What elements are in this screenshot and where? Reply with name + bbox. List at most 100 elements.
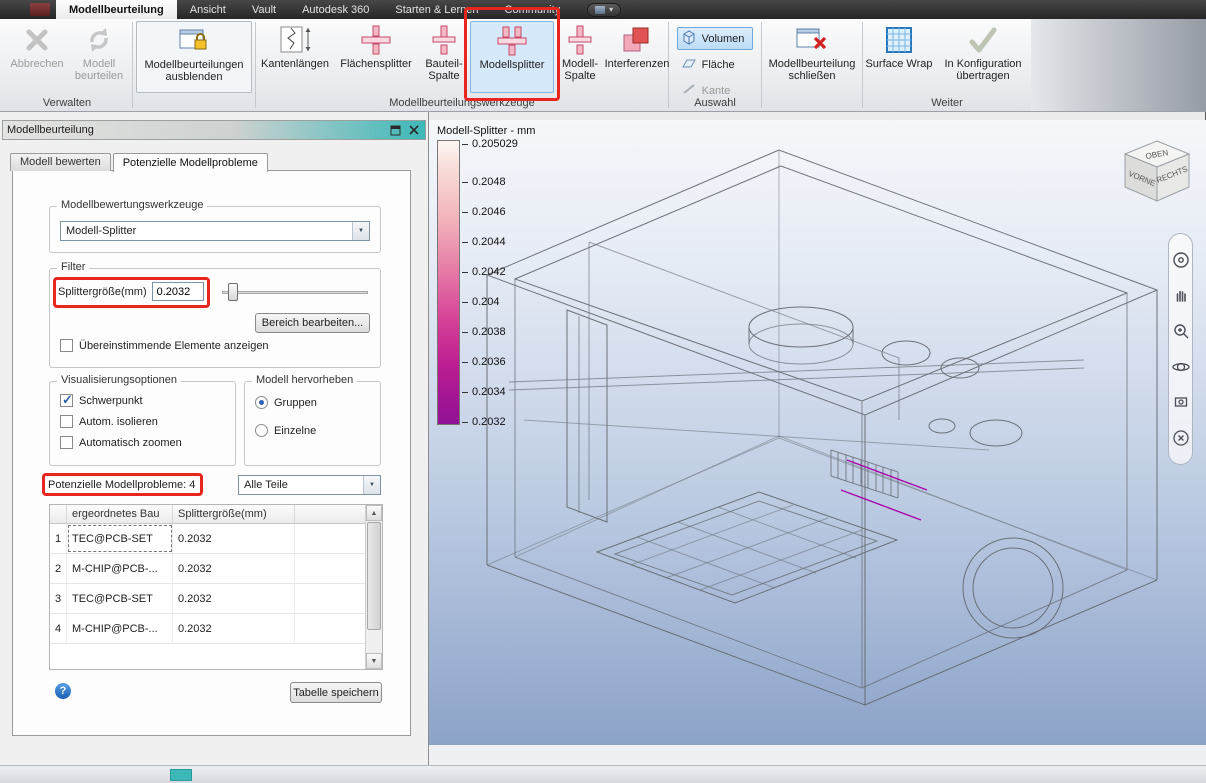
splitter-size-input[interactable] xyxy=(151,282,204,301)
tab-modellbeurteilung[interactable]: Modellbeurteilung xyxy=(56,0,177,19)
ribbon-tab-bar: Modellbeurteilung Ansicht Vault Autodesk… xyxy=(0,0,1206,19)
slider-track[interactable] xyxy=(222,291,368,294)
parts-filter-select[interactable]: Alle Teile xyxy=(238,475,381,495)
legend-tick: 0.2036 xyxy=(462,356,506,368)
application-menu-icon[interactable] xyxy=(30,3,50,16)
schwerpunkt-label: Schwerpunkt xyxy=(79,394,143,407)
panel-title-bar[interactable]: Modellbeurteilung xyxy=(2,120,426,140)
row-part: M-CHIP@PCB-... xyxy=(67,554,173,583)
cancel-x-icon xyxy=(19,23,55,57)
scroll-up-icon[interactable] xyxy=(366,505,382,521)
autom-isolieren-checkbox[interactable] xyxy=(60,415,73,428)
scrollbar-thumb[interactable] xyxy=(367,522,381,630)
checkmark-icon xyxy=(965,23,1001,57)
select-volume-label: Volumen xyxy=(701,32,745,45)
table-row[interactable]: 1 TEC@PCB-SET 0.2032 xyxy=(50,524,382,554)
wireframe-model xyxy=(485,149,1159,706)
dock-pin-icon[interactable] xyxy=(388,123,403,137)
legend-tick: 0.2044 xyxy=(462,236,506,248)
zoom-icon[interactable] xyxy=(1172,322,1190,340)
application-window: Modellbeurteilung Ansicht Vault Autodesk… xyxy=(0,0,1206,783)
face-splitter-button[interactable]: Flächensplitter xyxy=(334,21,418,93)
model-splitter-button[interactable]: Modellsplitter xyxy=(464,7,560,101)
tab-modell-bewerten[interactable]: Modell bewerten xyxy=(10,153,111,171)
look-at-icon[interactable] xyxy=(1172,393,1190,411)
tick-dash xyxy=(462,211,468,213)
autom-isolieren-label: Autom. isolieren xyxy=(79,415,158,428)
legend-tick: 0.2032 xyxy=(462,416,506,428)
legend-tick: 0.2046 xyxy=(462,206,506,218)
tab-starten-lernen[interactable]: Starten & Lernen xyxy=(382,0,491,19)
close-navbar-icon[interactable] xyxy=(1172,429,1190,447)
tab-community[interactable]: Community xyxy=(492,0,574,19)
tick-dash xyxy=(462,271,468,273)
select-volume-button[interactable]: Volumen xyxy=(676,27,754,50)
steering-wheel-icon[interactable] xyxy=(1172,251,1190,269)
einzelne-radio[interactable] xyxy=(255,424,268,437)
automatisch-zoomen-checkbox[interactable] xyxy=(60,436,73,449)
orbit-icon[interactable] xyxy=(1171,358,1190,376)
window-close-icon xyxy=(794,23,830,57)
slider-thumb[interactable] xyxy=(228,283,238,301)
select-face-button[interactable]: Fläche xyxy=(677,53,754,76)
table-row[interactable]: 4 M-CHIP@PCB-... 0.2032 xyxy=(50,614,382,644)
table-row[interactable]: 3 TEC@PCB-SET 0.2032 xyxy=(50,584,382,614)
model-gap-label: Modell-Spalte xyxy=(561,58,599,83)
assessment-tool-value: Modell-Splitter xyxy=(66,225,137,237)
transfer-configuration-button[interactable]: In Konfiguration übertragen xyxy=(935,21,1031,93)
table-row[interactable]: 2 M-CHIP@PCB-... 0.2032 xyxy=(50,554,382,584)
edit-range-button[interactable]: Bereich bearbeiten... xyxy=(255,313,370,333)
close-icon[interactable] xyxy=(406,123,421,137)
status-bar xyxy=(0,765,1206,783)
tick-dash xyxy=(462,241,468,243)
group-filter: Filter Splittergröße(mm) Bereich bearbei… xyxy=(49,261,381,368)
viewport-3d[interactable]: Modell-Splitter - mm 0.205029 0.2048 0.2… xyxy=(429,120,1206,745)
hide-assessments-button[interactable]: Modellbeurteilungen ausblenden xyxy=(136,21,252,93)
status-indicator xyxy=(170,769,192,781)
pan-hand-icon[interactable] xyxy=(1172,286,1190,304)
problems-table: ergeordnetes Bau Splittergröße(mm) 1 TEC… xyxy=(49,504,383,670)
row-part: TEC@PCB-SET xyxy=(67,524,173,553)
chevron-down-icon xyxy=(609,6,613,14)
matching-elements-checkbox[interactable] xyxy=(60,339,73,352)
row-part: TEC@PCB-SET xyxy=(67,584,173,613)
group-label-auswahl: Auswahl xyxy=(694,97,736,109)
quick-access-dropdown[interactable] xyxy=(587,2,622,17)
evaluate-model-button[interactable]: Modell beurteilen xyxy=(69,21,129,93)
abort-button[interactable]: Abbrechen xyxy=(5,21,69,93)
legend-tick: 0.204 xyxy=(462,296,500,308)
help-icon[interactable] xyxy=(55,683,71,699)
tab-ansicht[interactable]: Ansicht xyxy=(177,0,239,19)
group-hervorheben: Modell hervorheben Gruppen Einzelne xyxy=(244,374,381,466)
interferences-button[interactable]: Interferenzen xyxy=(605,21,669,93)
close-assessment-button[interactable]: Modellbeurteilung schließen xyxy=(764,21,860,93)
gruppen-radio[interactable] xyxy=(255,396,268,409)
face-splitter-icon xyxy=(358,23,394,57)
save-table-button[interactable]: Tabelle speichern xyxy=(290,682,382,703)
row-size: 0.2032 xyxy=(173,554,295,583)
model-gap-button[interactable]: Modell-Spalte xyxy=(554,21,606,93)
assessment-tool-select[interactable]: Modell-Splitter xyxy=(60,221,370,241)
panel-content: Modellbewertungswerkzeuge Modell-Splitte… xyxy=(12,170,411,736)
tab-autodesk360[interactable]: Autodesk 360 xyxy=(289,0,382,19)
legend-tick: 0.2042 xyxy=(462,266,506,278)
header-row-number xyxy=(50,505,67,523)
evaluate-model-label: Modell beurteilen xyxy=(74,58,124,83)
row-part: M-CHIP@PCB-... xyxy=(67,614,173,643)
table-scrollbar[interactable] xyxy=(365,505,382,669)
group-visualisierung: Visualisierungsoptionen Schwerpunkt Auto… xyxy=(49,374,236,466)
chevron-down-icon xyxy=(352,222,369,240)
save-table-label: Tabelle speichern xyxy=(293,686,379,699)
tick-dash xyxy=(462,143,468,145)
splitter-size-slider[interactable] xyxy=(222,283,368,301)
schwerpunkt-checkbox[interactable] xyxy=(60,392,73,408)
refresh-icon xyxy=(81,23,117,57)
surface-wrap-button[interactable]: Surface Wrap xyxy=(863,21,935,93)
hide-assessments-label: Modellbeurteilungen ausblenden xyxy=(144,59,244,84)
scroll-down-icon[interactable] xyxy=(366,653,382,669)
edge-lengths-button[interactable]: Kantenlängen xyxy=(256,21,334,93)
tab-potenzielle-modellprobleme[interactable]: Potenzielle Modellprobleme xyxy=(112,153,268,172)
tab-vault[interactable]: Vault xyxy=(239,0,289,19)
view-cube[interactable]: OBEN VORNE RECHTS xyxy=(1119,135,1195,213)
part-gap-button[interactable]: Bauteil-Spalte xyxy=(418,21,470,93)
